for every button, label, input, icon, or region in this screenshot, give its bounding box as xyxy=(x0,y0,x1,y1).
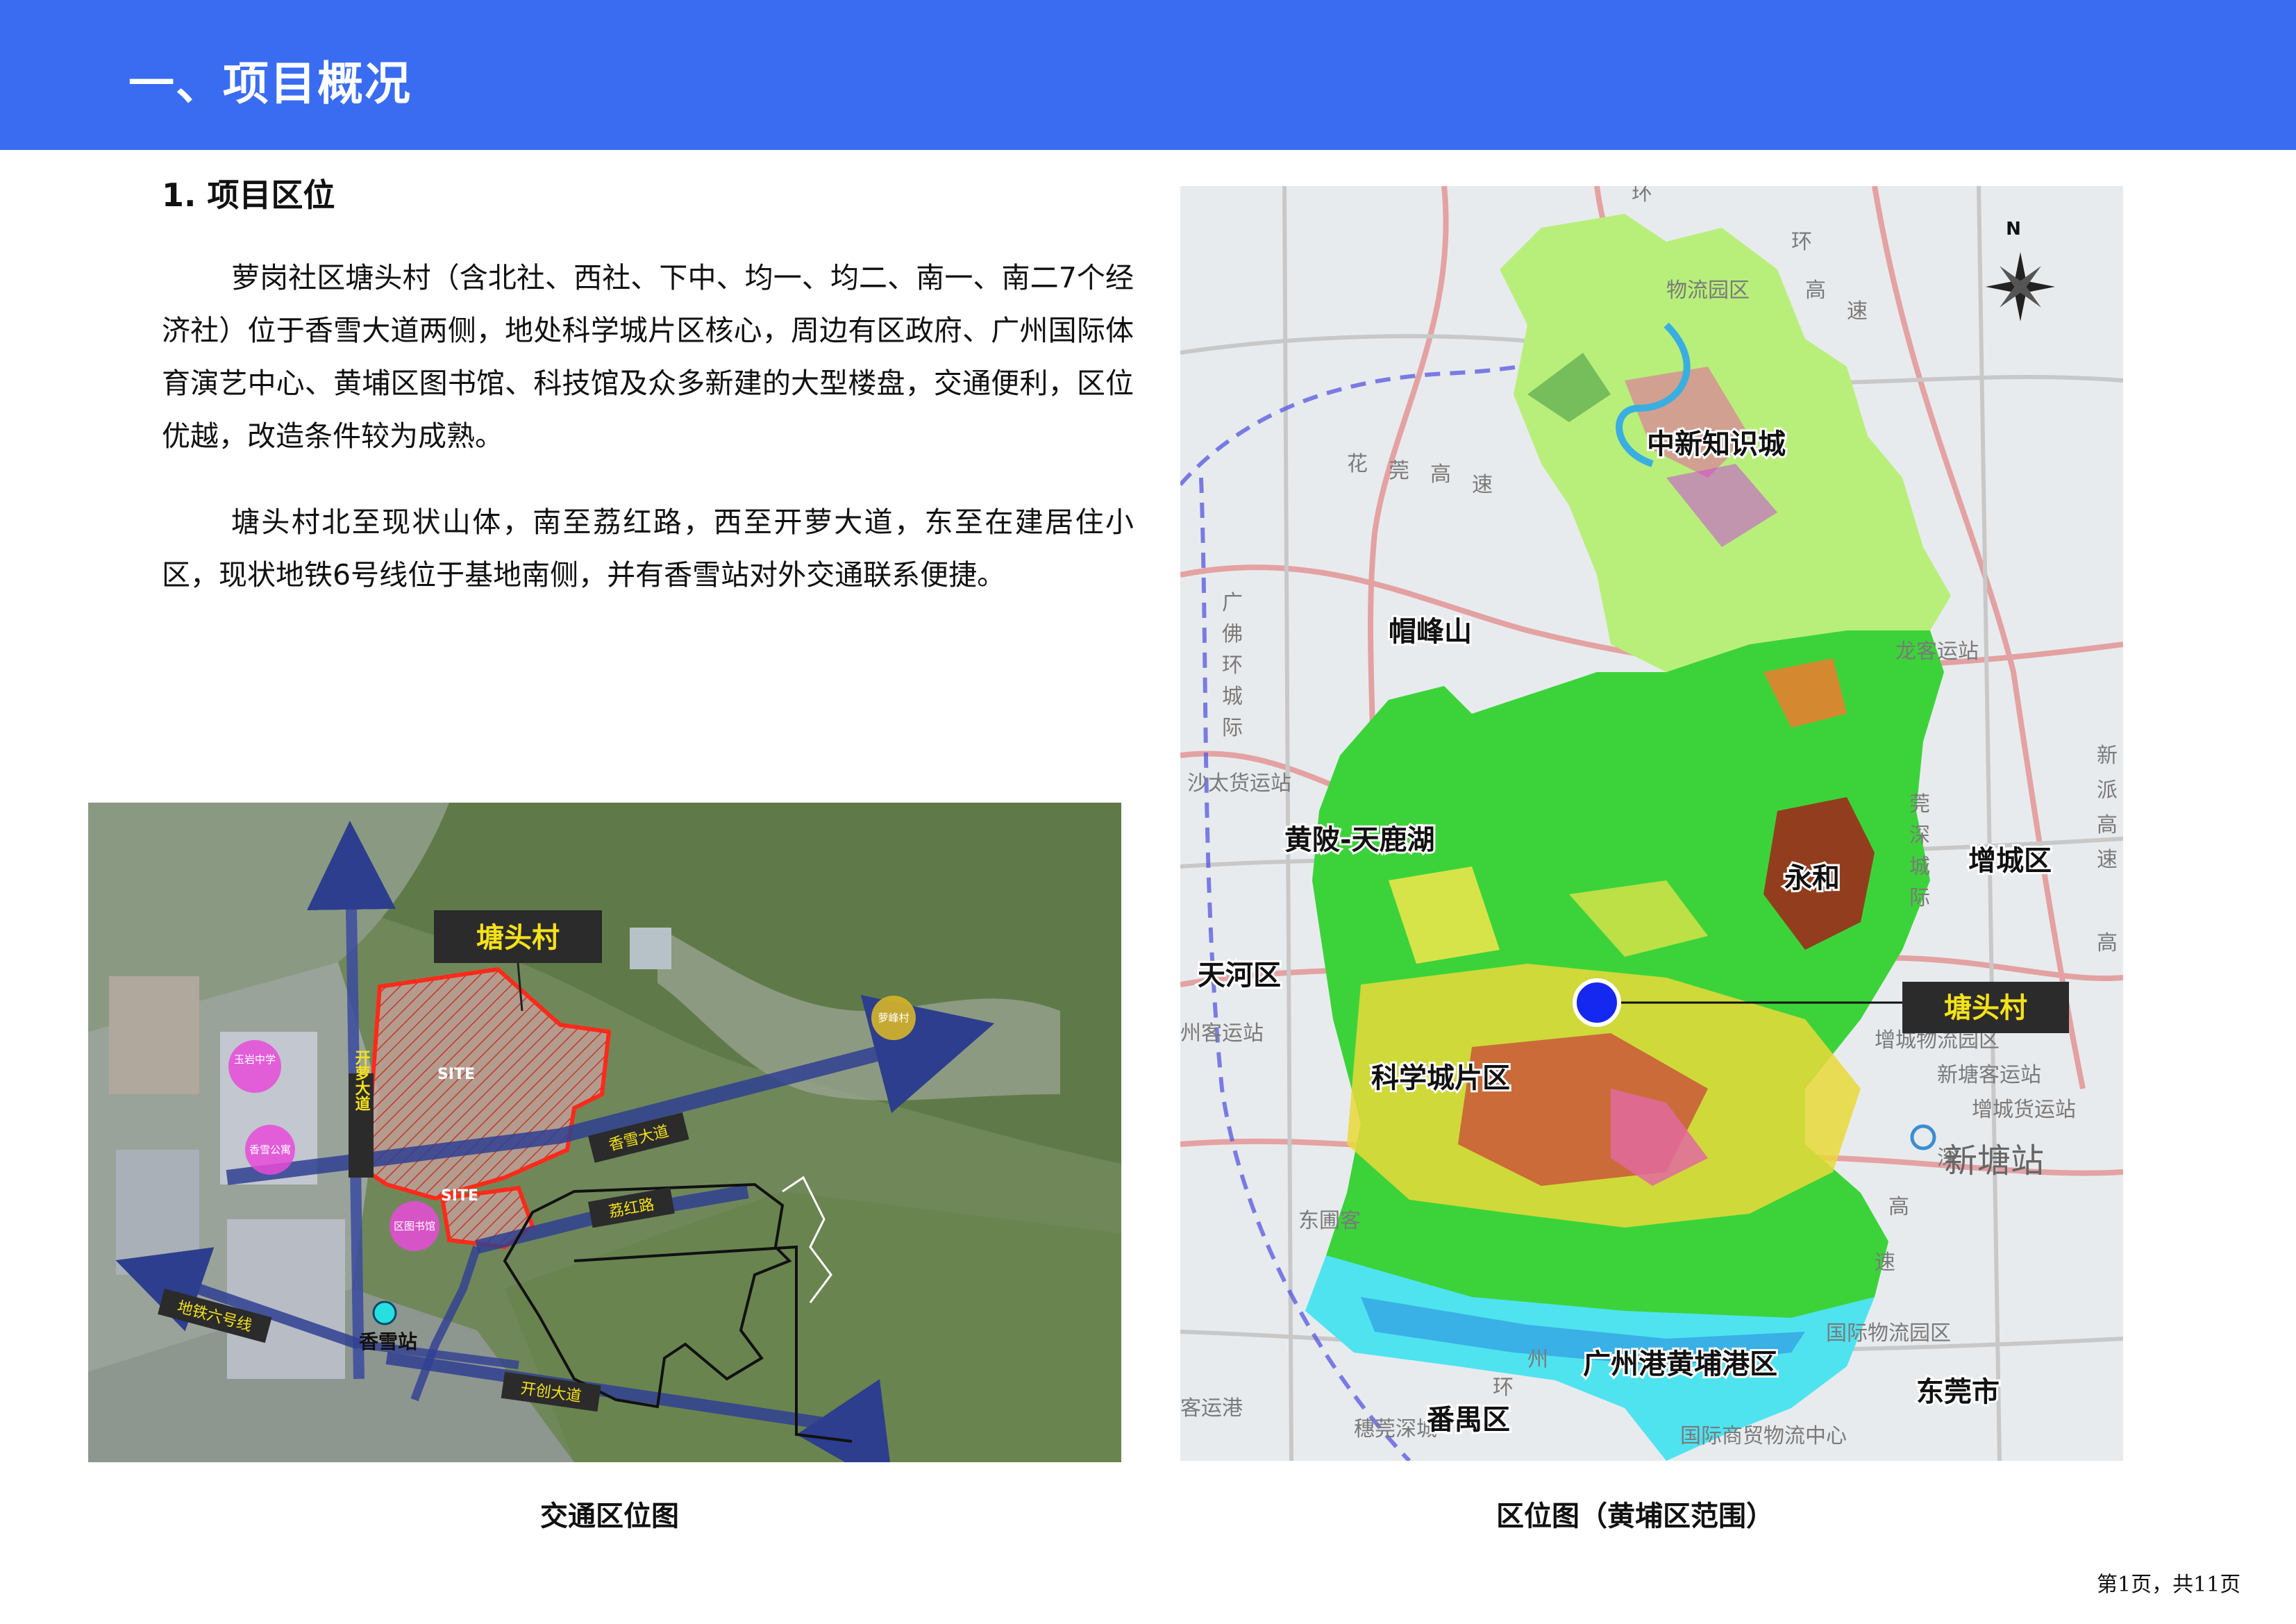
label-maofeng: 帽峰山 xyxy=(1389,616,1472,648)
poi-xiangxue-apartment: 香雪公寓 xyxy=(245,1125,295,1175)
transport-map-caption: 交通区位图 xyxy=(540,1500,679,1532)
bg-text: 高 xyxy=(2097,813,2118,837)
bg-text: 莞 xyxy=(1909,792,1930,817)
bg-text: 高 xyxy=(1805,278,1826,303)
district-map-svg: N 环 环 高 速 物流园区 花 莞 高 速 广 佛 环 城 际 龙客运站 沙太… xyxy=(1180,186,2123,1461)
page-number: 第1页，共11页 xyxy=(2097,1573,2241,1597)
label-huangpi: 黄陂-天鹿湖 xyxy=(1284,824,1435,856)
village-label: 塘头村 xyxy=(476,922,560,954)
bg-text: 速 xyxy=(1875,1250,1895,1275)
bg-text: 新 xyxy=(2097,744,2118,768)
bg-text: 际 xyxy=(1909,886,1930,910)
label-zhongxin: 中新知识城 xyxy=(1647,428,1786,460)
label-zengcheng: 增城区 xyxy=(1968,845,2052,877)
bg-text: 莞 xyxy=(1389,459,1409,483)
bg-text: 城 xyxy=(1222,685,1243,709)
bg-text: 高 xyxy=(1888,1195,1909,1219)
bg-text: 环 xyxy=(1791,230,1812,254)
site-label-south: SITE xyxy=(441,1187,478,1205)
section-title: 1. 项目区位 xyxy=(162,176,335,214)
transport-map: 塘头村 SITE SITE 开萝大道 香雪大道 荔红路 开创大道 地铁六号线 香… xyxy=(88,803,1121,1462)
bg-text: 龙客运站 xyxy=(1895,639,1979,664)
bg-text: 沙太货运站 xyxy=(1187,771,1291,796)
bg-text: 城 xyxy=(1909,855,1930,879)
boundary-paragraph: 塘头村北至现状山体，南至荔红路，西至开萝大道，东至在建居住小区，现状地铁6号线位… xyxy=(162,505,1134,592)
poi-library: 区图书馆 xyxy=(389,1201,439,1251)
bg-text: 穗莞深城 xyxy=(1354,1417,1437,1441)
svg-text:香雪公寓: 香雪公寓 xyxy=(249,1144,291,1156)
bg-text: 国际物流园区 xyxy=(1826,1321,1951,1346)
transport-map-svg: 塘头村 SITE SITE 开萝大道 香雪大道 荔红路 开创大道 地铁六号线 香… xyxy=(88,803,1121,1462)
label-kexuecheng: 科学城片区 xyxy=(1371,1062,1510,1094)
bg-text: 速 xyxy=(1847,299,1868,324)
xiangxue-station-marker xyxy=(372,1300,397,1325)
bg-text: 深 xyxy=(1909,823,1930,848)
intro-paragraph: 萝岗社区塘头村（含北社、西社、下中、均一、均二、南一、南二7个经济社）位于香雪大… xyxy=(162,261,1134,453)
svg-text:萝峰村: 萝峰村 xyxy=(878,1012,909,1024)
poi-luofeng-village: 萝峰村 xyxy=(871,996,916,1040)
bg-text: 国际商贸物流中心 xyxy=(1680,1424,1847,1448)
bg-text: 州 xyxy=(1527,1348,1548,1372)
svg-text:开萝大道: 开萝大道 xyxy=(353,1050,371,1111)
north-arrow-label: N xyxy=(2006,219,2021,240)
bg-text: 环 xyxy=(1222,653,1243,678)
bg-text: 环 xyxy=(1632,186,1652,206)
bg-text: 增城货运站 xyxy=(1972,1098,2076,1122)
bg-text: 州客运站 xyxy=(1180,1021,1264,1046)
bg-text: 物流园区 xyxy=(1666,278,1750,303)
bg-text: 环 xyxy=(1493,1375,1514,1400)
svg-text:区图书馆: 区图书馆 xyxy=(394,1220,435,1232)
village-marker xyxy=(1573,978,1621,1027)
poi-yuyan-school: 玉岩中学 xyxy=(228,1040,281,1093)
village-callout-label: 塘头村 xyxy=(1944,992,2027,1024)
bg-text: 广 xyxy=(1222,591,1243,615)
label-xintang-station: 新塘站 xyxy=(1944,1141,2044,1180)
bg-text: 客运港 xyxy=(1180,1396,1243,1421)
label-gangqu: 广州港黄埔港区 xyxy=(1583,1348,1777,1380)
bg-text: 花 xyxy=(1347,452,1368,476)
bg-text: 新塘客运站 xyxy=(1937,1063,2041,1087)
district-map-caption: 区位图（黄埔区范围） xyxy=(1496,1500,1774,1532)
label-yonghe: 永和 xyxy=(1784,862,1840,894)
label-tianhe: 天河区 xyxy=(1198,960,1281,991)
page-title: 一、项目概况 xyxy=(128,57,412,110)
bg-text: 东圃客 xyxy=(1298,1209,1361,1233)
district-map: N 环 环 高 速 物流园区 花 莞 高 速 广 佛 环 城 际 龙客运站 沙太… xyxy=(1180,186,2123,1461)
site-label-north: SITE xyxy=(437,1066,475,1083)
label-panyu: 番禺区 xyxy=(1427,1404,1510,1436)
bg-text: 速 xyxy=(2097,848,2118,872)
svg-text:玉岩中学: 玉岩中学 xyxy=(234,1053,276,1066)
header-bar: 一、项目概况 xyxy=(0,0,2296,150)
bg-text: 佛 xyxy=(1222,622,1243,646)
bg-text: 速 xyxy=(1472,473,1493,497)
bg-text: 派 xyxy=(2097,778,2118,803)
xiangxue-station-label: 香雪站 xyxy=(359,1330,417,1353)
bg-text: 高 xyxy=(1430,462,1451,487)
bg-text: 高 xyxy=(2097,931,2118,955)
bg-text: 际 xyxy=(1222,716,1243,740)
label-dongguan: 东莞市 xyxy=(1916,1376,2000,1408)
